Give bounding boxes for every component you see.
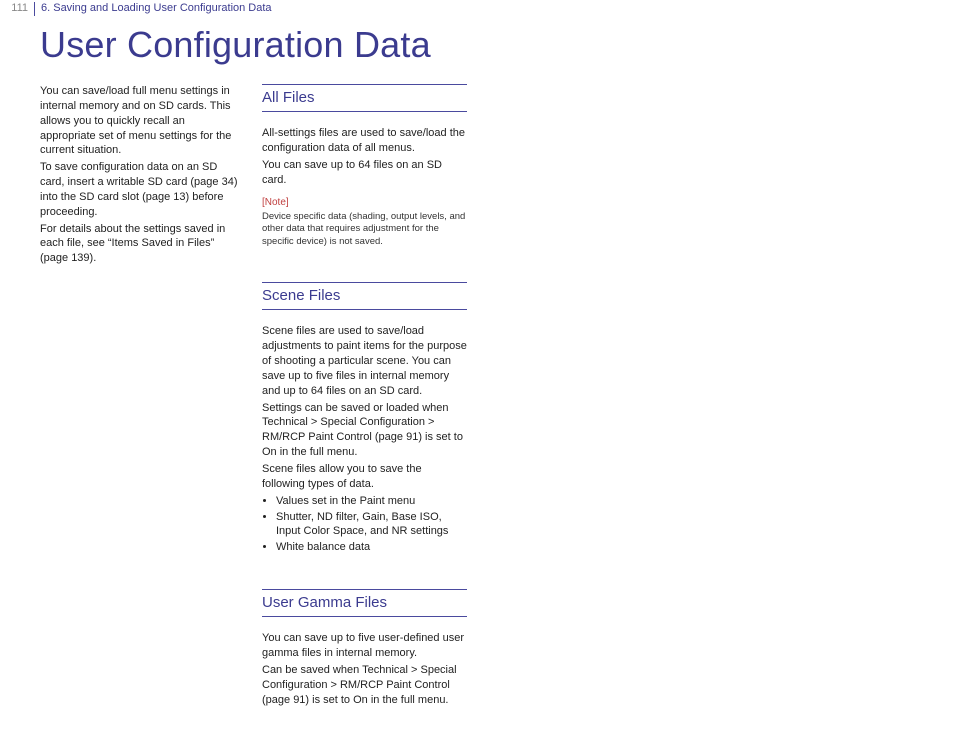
allfiles-p1: All-settings files are used to save/load… <box>262 126 467 156</box>
page-title: User Configuration Data <box>40 24 431 66</box>
scenefiles-p2: Settings can be saved or loaded when Tec… <box>262 401 467 460</box>
intro-column: You can save/load full menu settings in … <box>40 84 240 268</box>
intro-p1: You can save/load full menu settings in … <box>40 84 240 158</box>
scenefiles-p3: Scene files allow you to save the follow… <box>262 462 467 492</box>
allfiles-p2: You can save up to 64 files on an SD car… <box>262 158 467 188</box>
heading-user-gamma: User Gamma Files <box>262 589 467 617</box>
header-divider <box>34 2 35 16</box>
bullet-item: Values set in the Paint menu <box>276 494 467 509</box>
heading-all-files: All Files <box>262 84 467 112</box>
section-scene-files: Scene Files Scene files are used to save… <box>262 282 467 555</box>
usergamma-p2: Can be saved when Technical > Special Co… <box>262 663 467 708</box>
heading-scene-files: Scene Files <box>262 282 467 310</box>
chapter-title: 6. Saving and Loading User Configuration… <box>41 2 272 14</box>
scenefiles-p1: Scene files are used to save/load adjust… <box>262 324 467 398</box>
section-all-files: All Files All-settings files are used to… <box>262 84 467 248</box>
note-body: Device specific data (shading, output le… <box>262 211 467 248</box>
bullet-item: Shutter, ND filter, Gain, Base ISO, Inpu… <box>276 510 467 540</box>
main-column: All Files All-settings files are used to… <box>262 84 467 742</box>
page-header: 111 6. Saving and Loading User Configura… <box>0 2 954 16</box>
intro-p3: For details about the settings saved in … <box>40 222 240 267</box>
page-number: 111 <box>0 2 28 14</box>
usergamma-p1: You can save up to five user-defined use… <box>262 631 467 661</box>
section-user-gamma: User Gamma Files You can save up to five… <box>262 589 467 707</box>
intro-p2: To save configuration data on an SD card… <box>40 160 240 219</box>
scenefiles-bullets: Values set in the Paint menu Shutter, ND… <box>262 494 467 555</box>
bullet-item: White balance data <box>276 540 467 555</box>
note-label: [Note] <box>262 196 467 210</box>
